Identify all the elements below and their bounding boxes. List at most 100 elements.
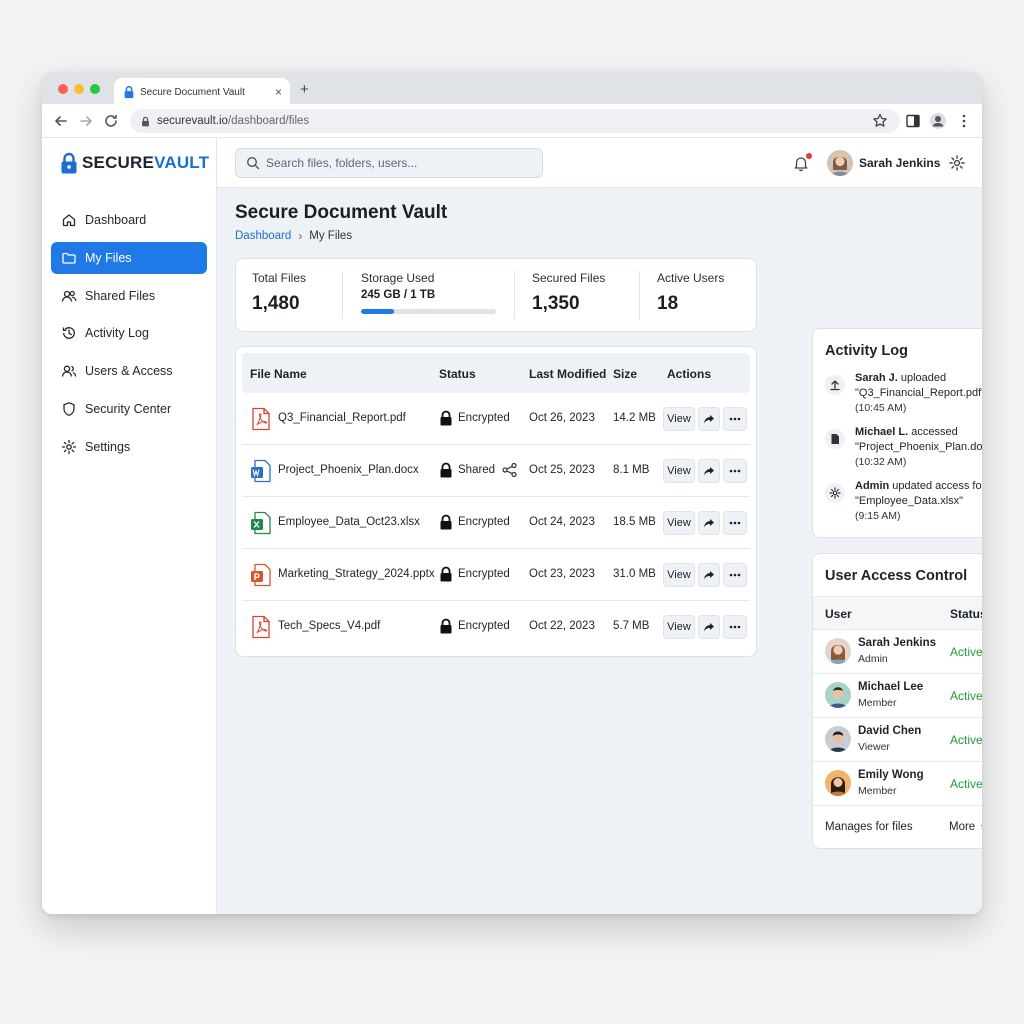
stat-value: 245 GB / 1 TB xyxy=(361,289,436,301)
lock-icon xyxy=(440,410,452,426)
divider xyxy=(342,271,343,319)
file-status: Shared xyxy=(458,464,496,476)
back-icon[interactable] xyxy=(52,112,70,130)
avatar xyxy=(825,770,851,796)
sidebar-item-settings[interactable]: Settings xyxy=(51,431,207,463)
share-button[interactable] xyxy=(698,459,720,483)
view-button[interactable]: View xyxy=(663,459,695,483)
stats-card: Total Files 1,480 Storage Used 245 GB / … xyxy=(235,258,757,332)
minimize-window-button[interactable] xyxy=(74,84,84,94)
breadcrumb-current: My Files xyxy=(309,230,353,242)
user-row[interactable]: Sarah Jenkins Admin Active xyxy=(813,630,982,674)
status-badge: Active xyxy=(950,733,982,747)
more-actions-button[interactable] xyxy=(723,615,747,639)
url-bar[interactable]: securevault.io/dashboard/files xyxy=(130,109,900,133)
breadcrumb-dashboard-link[interactable]: Dashboard xyxy=(235,230,291,242)
shield-icon xyxy=(63,402,75,416)
table-row[interactable]: Marketing_Strategy_2024.pptx Encrypted O… xyxy=(242,549,750,601)
more-actions-button[interactable] xyxy=(723,407,747,431)
sidebar-item-users-access[interactable]: Users & Access xyxy=(51,355,207,387)
activity-item[interactable]: Michael L. accessed "Project_Phoenix_Pla… xyxy=(825,425,982,471)
sidepanel-icon[interactable] xyxy=(904,112,922,130)
column-header-file-name[interactable]: File Name xyxy=(250,367,307,381)
activity-item[interactable]: Admin updated access for "Employee_Data.… xyxy=(825,479,982,525)
share-button[interactable] xyxy=(698,615,720,639)
stat-active-users: Active Users 18 xyxy=(657,271,724,315)
user-role: Admin xyxy=(858,653,888,665)
breadcrumb-separator-icon: › xyxy=(298,229,303,243)
more-button[interactable]: More xyxy=(949,821,982,833)
view-button[interactable]: View xyxy=(663,407,695,431)
ellipsis-icon xyxy=(729,573,741,577)
column-header-size[interactable]: Size xyxy=(613,367,637,381)
search-input[interactable] xyxy=(266,156,516,170)
file-name[interactable]: Tech_Specs_V4.pdf xyxy=(278,620,380,632)
sidebar-item-label: Activity Log xyxy=(85,326,149,341)
maximize-window-button[interactable] xyxy=(90,84,100,94)
table-row[interactable]: Employee_Data_Oct23.xlsx Encrypted Oct 2… xyxy=(242,497,750,549)
user-row[interactable]: Emily Wong Member Active xyxy=(813,762,982,806)
top-bar: Sarah Jenkins xyxy=(217,138,982,188)
lock-icon xyxy=(440,618,452,634)
column-header-actions: Actions xyxy=(667,367,712,381)
users-icon xyxy=(61,290,77,302)
table-row[interactable]: Q3_Financial_Report.pdf Encrypted Oct 26… xyxy=(242,393,750,445)
gear-icon xyxy=(825,483,845,503)
browser-window: Secure Document Vault × + securevault.io… xyxy=(42,72,982,914)
access-table-header: User Status xyxy=(813,596,982,630)
bookmark-star-icon[interactable] xyxy=(871,112,889,130)
divider xyxy=(639,271,640,319)
search-box[interactable] xyxy=(235,148,543,178)
divider xyxy=(514,271,515,319)
file-status: Encrypted xyxy=(458,516,510,528)
user-row[interactable]: Michael Lee Member Active xyxy=(813,674,982,718)
activity-time: (10:32 AM) xyxy=(855,456,907,468)
column-header-status[interactable]: Status xyxy=(439,367,476,381)
app-logo[interactable]: SECURE VAULT xyxy=(60,152,209,174)
share-button[interactable] xyxy=(698,563,720,587)
current-user-name[interactable]: Sarah Jenkins xyxy=(859,156,940,170)
settings-gear-icon[interactable] xyxy=(948,154,966,172)
file-modified: Oct 22, 2023 xyxy=(529,620,595,632)
avatar[interactable] xyxy=(827,150,853,176)
sidebar-item-my-files[interactable]: My Files xyxy=(51,241,207,274)
table-row[interactable]: Tech_Specs_V4.pdf Encrypted Oct 22, 2023… xyxy=(242,601,750,653)
view-button[interactable]: View xyxy=(663,511,695,535)
file-name[interactable]: Marketing_Strategy_2024.pptx xyxy=(278,568,435,580)
view-button[interactable]: View xyxy=(663,563,695,587)
column-header-user: User xyxy=(825,607,852,621)
sidebar-item-activity-log[interactable]: Activity Log xyxy=(51,317,207,349)
activity-item[interactable]: Sarah J. uploaded "Q3_Financial_Report.p… xyxy=(825,371,982,417)
more-actions-button[interactable] xyxy=(723,511,747,535)
browser-menu-icon[interactable] xyxy=(955,112,973,130)
more-actions-button[interactable] xyxy=(723,563,747,587)
new-tab-button[interactable]: + xyxy=(300,81,309,98)
file-name[interactable]: Project_Phoenix_Plan.docx xyxy=(278,464,419,476)
sidebar-item-label: Dashboard xyxy=(85,213,147,227)
more-label: More xyxy=(949,821,976,833)
tab-close-icon[interactable]: × xyxy=(275,85,282,99)
share-arrow-icon xyxy=(704,519,714,528)
user-row[interactable]: David Chen Viewer Active xyxy=(813,718,982,762)
reload-icon[interactable] xyxy=(102,112,120,130)
column-header-last-modified[interactable]: Last Modified xyxy=(529,367,606,381)
sidebar-item-security-center[interactable]: Security Center xyxy=(51,393,207,425)
browser-tab[interactable]: Secure Document Vault × xyxy=(114,78,290,106)
more-actions-button[interactable] xyxy=(723,459,747,483)
share-button[interactable] xyxy=(698,407,720,431)
file-modified: Oct 25, 2023 xyxy=(529,464,595,476)
sidebar-item-shared-files[interactable]: Shared Files xyxy=(51,280,207,312)
file-name[interactable]: Q3_Financial_Report.pdf xyxy=(278,412,406,424)
view-button[interactable]: View xyxy=(663,615,695,639)
file-modified: Oct 23, 2023 xyxy=(529,568,595,580)
file-size: 14.2 MB xyxy=(613,412,656,424)
forward-icon[interactable] xyxy=(77,112,95,130)
sidebar-item-dashboard[interactable]: Dashboard xyxy=(51,204,207,236)
table-row[interactable]: Project_Phoenix_Plan.docx Shared Oct 25,… xyxy=(242,445,750,497)
profile-icon[interactable] xyxy=(929,112,947,130)
close-window-button[interactable] xyxy=(58,84,68,94)
activity-actor: Michael L. xyxy=(855,426,909,438)
share-button[interactable] xyxy=(698,511,720,535)
file-name[interactable]: Employee_Data_Oct23.xlsx xyxy=(278,516,420,528)
activity-log-card: Activity Log Sarah J. uploaded "Q3_Finan… xyxy=(812,328,982,538)
